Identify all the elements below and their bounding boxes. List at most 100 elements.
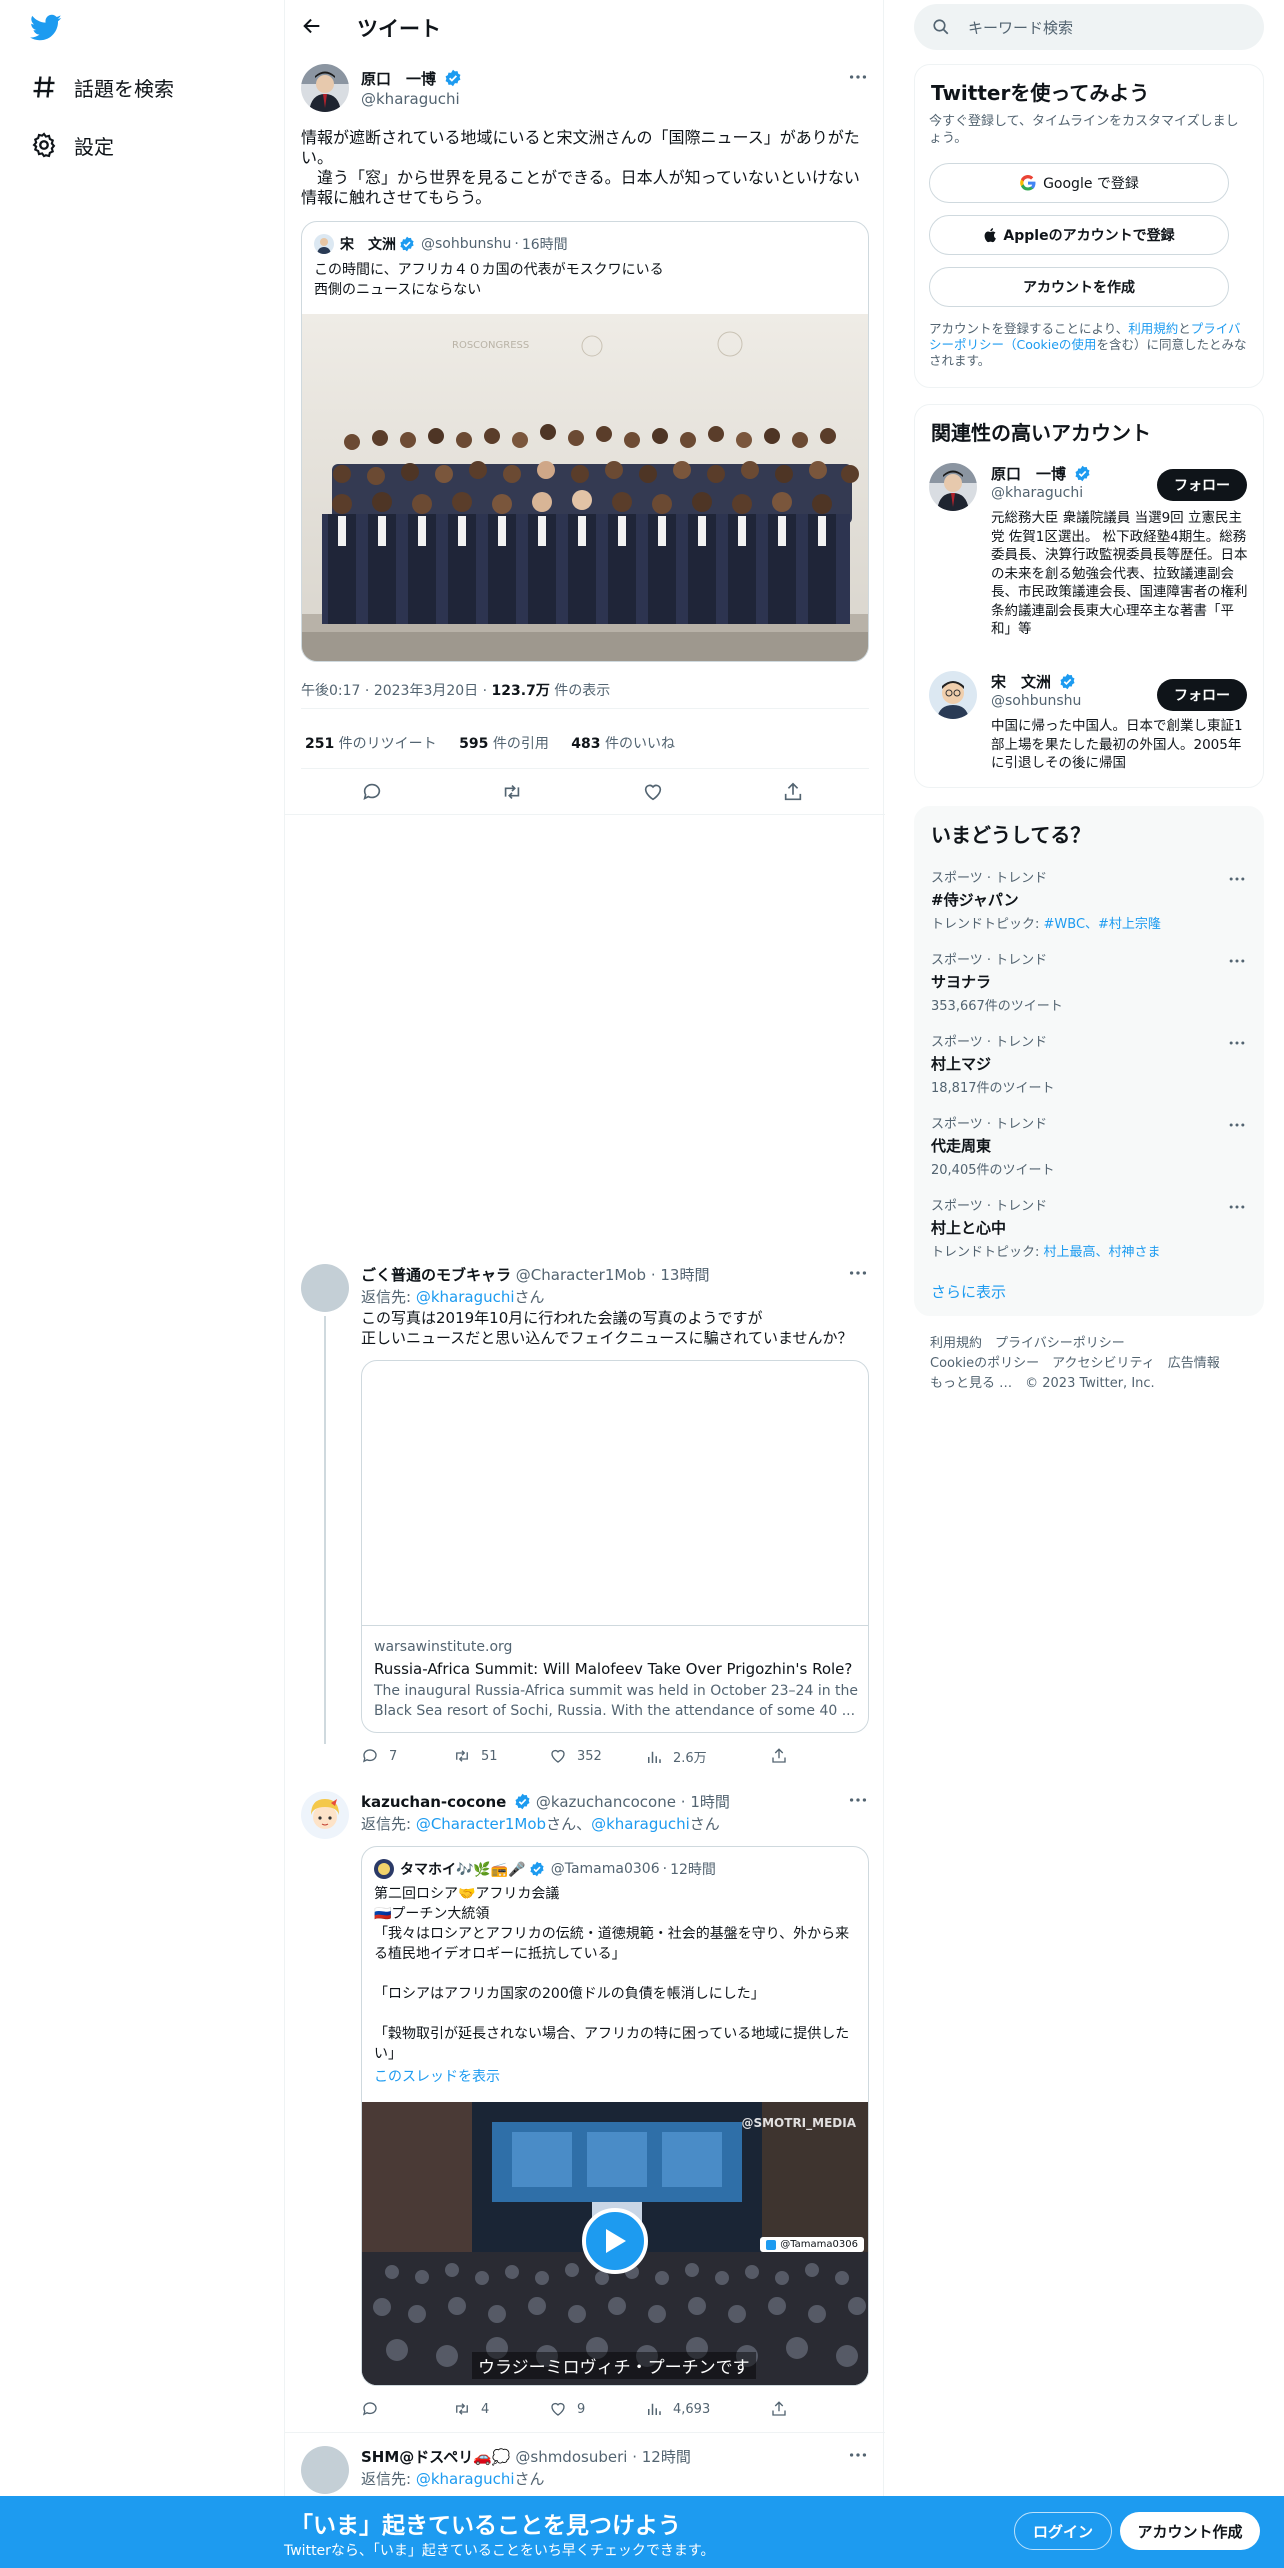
like-action[interactable]: 9 bbox=[549, 2400, 585, 2418]
tweet-timestamp[interactable]: 午後0:17 · 2023年3月20日 · 123.7万 件の表示 bbox=[301, 680, 610, 700]
footer-line-1[interactable]: 利用規約 プライバシーポリシー bbox=[930, 1334, 1220, 1354]
google-signup-button[interactable]: Google で登録 bbox=[929, 163, 1229, 203]
signup-button[interactable]: アカウント作成 bbox=[1120, 2512, 1260, 2550]
trend-item[interactable]: スポーツ · トレンド 村上マジ 18,817件のツイート bbox=[931, 1031, 1249, 1096]
trend-item[interactable]: スポーツ · トレンド サヨナラ 353,667件のツイート bbox=[931, 949, 1249, 1014]
reply-to-user[interactable]: @Character1Mob bbox=[416, 1815, 546, 1833]
reply-author-name[interactable]: kazuchan-cocone bbox=[361, 1793, 506, 1811]
related-account-name-row[interactable]: 原口 一博 bbox=[991, 463, 1091, 484]
nav-settings-label: 設定 bbox=[74, 134, 114, 159]
avatar[interactable] bbox=[301, 1791, 349, 1839]
reply-icon[interactable] bbox=[361, 781, 383, 803]
footer-links[interactable]: 利用規約 プライバシーポリシー Cookieのポリシー アクセシビリティ 広告情… bbox=[930, 1334, 1220, 1394]
more-options-icon[interactable] bbox=[847, 2444, 869, 2466]
trend-item[interactable]: スポーツ · トレンド 代走周東 20,405件のツイート bbox=[931, 1113, 1249, 1178]
more-options-icon[interactable] bbox=[1227, 951, 1249, 973]
more-options-icon[interactable] bbox=[847, 1789, 869, 1811]
trend-item[interactable]: スポーツ · トレンド 村上と心中 トレンドトピック: 村上最高、村神さま bbox=[931, 1195, 1249, 1260]
share-icon[interactable] bbox=[770, 2400, 788, 2418]
like-heart-icon[interactable] bbox=[642, 781, 664, 803]
reply-author-handle[interactable]: @kazuchancocone bbox=[536, 1793, 676, 1811]
nav-explore[interactable]: 話題を検索 bbox=[30, 62, 174, 112]
views-action[interactable]: 2.6万 bbox=[645, 1747, 707, 1766]
reply-action[interactable]: 7 bbox=[361, 1747, 397, 1765]
nav-settings[interactable]: 設定 bbox=[30, 120, 114, 170]
search-placeholder: キーワード検索 bbox=[968, 18, 1074, 37]
related-account-handle[interactable]: @kharaguchi bbox=[991, 485, 1083, 501]
trend-count: 353,667件のツイート bbox=[931, 999, 1063, 1014]
summit-group-photo[interactable]: ROSCONGRESS bbox=[302, 314, 868, 661]
trend-topics[interactable]: 村上最高、村神さま bbox=[1044, 1245, 1161, 1260]
link-card[interactable]: warsawinstitute.org Russia-Africa Summit… bbox=[361, 1360, 869, 1733]
retweets-stat[interactable]: 251 件のリツイート bbox=[305, 736, 437, 752]
trend-item[interactable]: スポーツ · トレンド #侍ジャパン トレンドトピック: #WBC、#村上宗隆 bbox=[931, 867, 1249, 932]
reply-action[interactable] bbox=[361, 2400, 389, 2418]
retweet-icon[interactable] bbox=[501, 781, 523, 803]
reply-time[interactable]: 13時間 bbox=[660, 1266, 709, 1284]
retweet-action[interactable]: 51 bbox=[453, 1747, 498, 1765]
divider bbox=[301, 708, 869, 709]
reply-icon bbox=[361, 1747, 379, 1765]
play-button-icon[interactable] bbox=[582, 2208, 648, 2274]
video-caption: ウラジーミロヴィチ・プーチンです bbox=[472, 2352, 756, 2379]
more-options-icon[interactable] bbox=[847, 66, 869, 88]
quote-header: 宋 文洲 @sohbunshu · 16時間 bbox=[314, 234, 568, 254]
retweet-action[interactable]: 4 bbox=[453, 2400, 489, 2418]
like-action[interactable]: 352 bbox=[549, 1747, 602, 1765]
video-player[interactable]: @SMOTRI_MEDIA @Tamama0306 ウラジーミロヴィチ・プーチン… bbox=[362, 2102, 868, 2385]
related-account-name-row[interactable]: 宋 文洲 bbox=[991, 671, 1076, 692]
show-more-link[interactable]: さらに表示 bbox=[931, 1281, 1006, 1302]
trends-card: いまどうしてる？ スポーツ · トレンド #侍ジャパン トレンドトピック: #W… bbox=[914, 806, 1264, 1316]
author-handle[interactable]: @kharaguchi bbox=[361, 90, 460, 108]
back-arrow-icon[interactable] bbox=[301, 15, 323, 37]
related-account-name: 原口 一博 bbox=[991, 465, 1067, 483]
follow-button[interactable]: フォロー bbox=[1157, 469, 1247, 501]
apple-signup-button[interactable]: Appleのアカウントで登録 bbox=[929, 215, 1229, 255]
related-account-handle[interactable]: @sohbunshu bbox=[991, 693, 1081, 709]
reply-time[interactable]: 12時間 bbox=[642, 2448, 691, 2466]
reply-author-handle[interactable]: @Character1Mob bbox=[516, 1266, 646, 1284]
avatar[interactable] bbox=[301, 2446, 349, 2494]
apple-logo-icon bbox=[983, 226, 999, 244]
signup-title: Twitterを使ってみよう bbox=[931, 81, 1150, 105]
likes-stat[interactable]: 483 件のいいね bbox=[571, 736, 675, 752]
avatar[interactable] bbox=[929, 463, 977, 511]
reply-to-user[interactable]: @kharaguchi bbox=[416, 1288, 515, 1306]
avatar[interactable] bbox=[301, 64, 349, 112]
author-name-row[interactable]: 原口 一博 bbox=[361, 68, 462, 89]
more-options-icon[interactable] bbox=[1227, 1197, 1249, 1219]
views-action[interactable]: 4,693 bbox=[645, 2400, 710, 2418]
trend-topics[interactable]: #WBC、#村上宗隆 bbox=[1044, 917, 1161, 932]
quotes-stat[interactable]: 595 件の引用 bbox=[459, 736, 549, 752]
reply-author-name[interactable]: SHM@ドスペリ🚗💭 bbox=[361, 2448, 511, 2466]
quotes-count: 595 bbox=[459, 736, 489, 752]
verified-badge-icon bbox=[1059, 673, 1076, 690]
more-options-icon[interactable] bbox=[1227, 1033, 1249, 1055]
quoted-tweet[interactable]: 宋 文洲 @sohbunshu · 16時間 この時間に、アフリカ４０カ国の代表… bbox=[301, 221, 869, 662]
more-options-icon[interactable] bbox=[847, 1262, 869, 1284]
share-icon[interactable] bbox=[770, 1747, 788, 1765]
more-options-icon[interactable] bbox=[1227, 1115, 1249, 1137]
quoted-tweet[interactable]: タマホイ🎶🌿📻🎤 @Tamama0306 · 12時間 第二回ロシア🤝アフリカ会… bbox=[361, 1846, 869, 2386]
login-button[interactable]: ログイン bbox=[1014, 2512, 1112, 2550]
terms-link[interactable]: 利用規約 bbox=[1128, 321, 1178, 336]
twitter-bird-icon[interactable] bbox=[30, 14, 62, 42]
link-card-domain: warsawinstitute.org bbox=[374, 1639, 513, 1655]
share-icon[interactable] bbox=[782, 781, 804, 803]
reply-author-handle[interactable]: @shmdosuberi bbox=[515, 2448, 627, 2466]
avatar[interactable] bbox=[929, 671, 977, 719]
reply-to-user-2[interactable]: @kharaguchi bbox=[591, 1815, 690, 1833]
follow-button[interactable]: フォロー bbox=[1157, 679, 1247, 711]
avatar[interactable] bbox=[301, 1264, 349, 1312]
reply-time[interactable]: 1時間 bbox=[690, 1793, 730, 1811]
show-thread-link[interactable]: このスレッドを表示 bbox=[374, 2066, 500, 2086]
search-input[interactable]: キーワード検索 bbox=[914, 4, 1264, 50]
reply-author-name[interactable]: ごく普通のモブキャラ bbox=[361, 1266, 511, 1284]
more-options-icon[interactable] bbox=[1227, 869, 1249, 891]
trend-context: スポーツ · トレンド bbox=[931, 1117, 1048, 1132]
footer-line-2[interactable]: Cookieのポリシー アクセシビリティ 広告情報 bbox=[930, 1354, 1220, 1374]
footer-line-3[interactable]: もっと見る … © 2023 Twitter, Inc. bbox=[930, 1374, 1220, 1394]
reply-to-user[interactable]: @kharaguchi bbox=[416, 2470, 515, 2488]
create-account-button[interactable]: アカウントを作成 bbox=[929, 267, 1229, 307]
video-tag: @Tamama0306 bbox=[760, 2237, 864, 2252]
